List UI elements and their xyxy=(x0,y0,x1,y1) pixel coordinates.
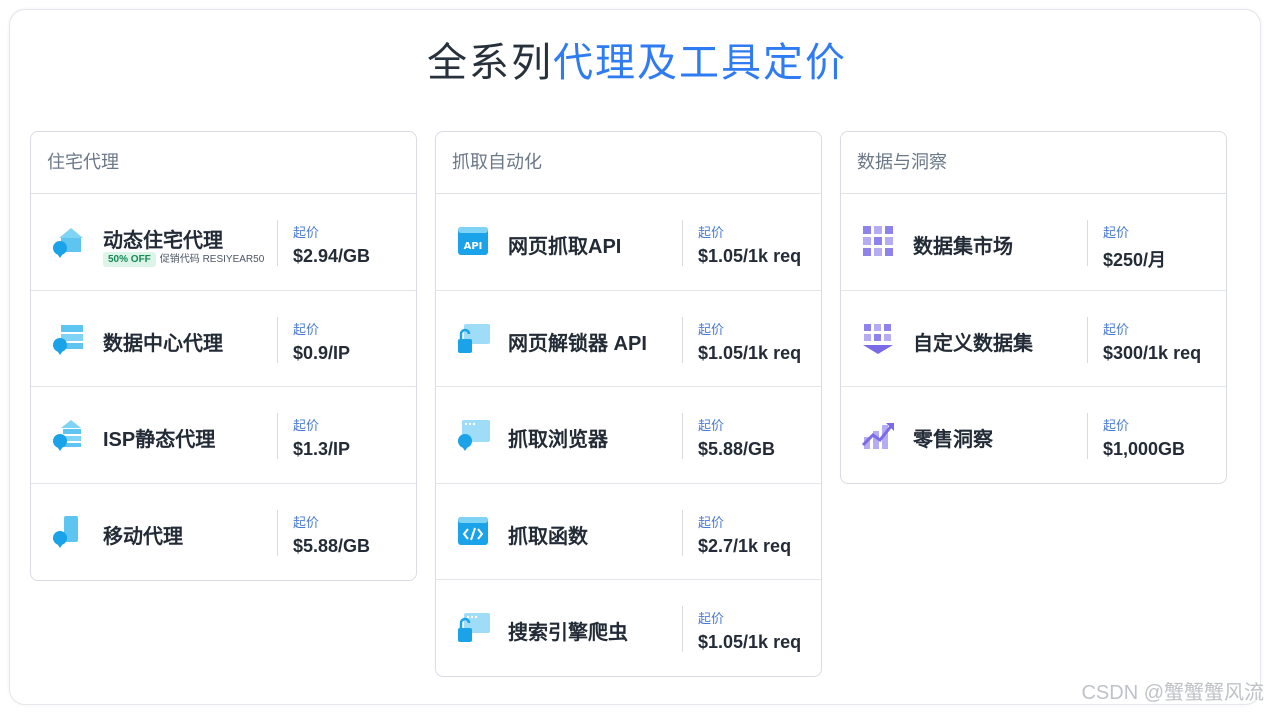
datacenter-proxy-icon xyxy=(53,324,83,355)
price-from-label: 起价 xyxy=(293,514,320,530)
pricing-panel: 全系列代理及工具定价 住宅代理 动态住宅代理 50% OFF 促销代码 RESIY… xyxy=(9,9,1261,705)
price-from-label: 起价 xyxy=(1103,418,1130,434)
discount-badge: 50% OFF xyxy=(103,252,156,267)
price-from-label: 起价 xyxy=(1103,225,1130,240)
price-value: $300/1k req xyxy=(1103,342,1202,363)
divider xyxy=(682,413,683,460)
product-name: 自定义数据集 xyxy=(913,332,1033,355)
divider xyxy=(682,316,683,363)
product-row-dataset-marketplace[interactable]: 数据集市场 起价 $250/月 xyxy=(841,194,1226,291)
product-row-serp-crawler[interactable]: 搜索引擎爬虫 起价 $1.05/1k req xyxy=(436,580,821,677)
product-name: 搜索引擎爬虫 xyxy=(508,622,628,645)
title-prefix: 全系列 xyxy=(427,41,553,85)
divider xyxy=(277,316,278,363)
product-name: 数据中心代理 xyxy=(103,332,223,355)
price-from-label: 起价 xyxy=(293,225,320,240)
price-value: $1.05/1k req xyxy=(698,632,802,653)
isp-proxy-icon xyxy=(53,420,81,452)
product-row-scraping-browser[interactable]: 抓取浏览器 起价 $5.88/GB xyxy=(436,387,821,484)
price-value: $2.94/GB xyxy=(293,246,371,266)
dataset-grid-icon xyxy=(863,226,893,256)
unlocker-icon xyxy=(458,323,490,353)
product-name: 网页解锁器 API xyxy=(508,332,647,355)
divider xyxy=(277,509,278,556)
product-name: ISP静态代理 xyxy=(103,429,216,452)
page-title: 全系列代理及工具定价 xyxy=(10,30,1264,88)
price-from-label: 起价 xyxy=(698,514,725,530)
price-value: $5.88/GB xyxy=(698,439,776,460)
title-accent: 代理及工具定价 xyxy=(553,41,847,85)
product-row-custom-dataset[interactable]: 自定义数据集 起价 $300/1k req xyxy=(841,291,1226,388)
serp-icon xyxy=(458,613,490,643)
column-heading: 数据与洞察 xyxy=(841,132,1226,194)
product-row-mobile[interactable]: 移动代理 起价 $5.88/GB xyxy=(31,484,416,581)
product-name: 零售洞察 xyxy=(913,429,993,452)
divider xyxy=(682,509,683,556)
divider xyxy=(1087,220,1088,266)
column-heading: 住宅代理 xyxy=(31,132,416,194)
price-from-label: 起价 xyxy=(698,225,725,240)
residential-proxy-icon xyxy=(53,228,83,258)
divider xyxy=(682,606,683,653)
product-row-scraping-api[interactable]: API 网页抓取API 起价 $1.05/1k req xyxy=(436,194,821,291)
column-heading: 抓取自动化 xyxy=(436,132,821,194)
promo-code-text: 促销代码 RESIYEAR50 xyxy=(159,254,265,265)
product-name: 动态住宅代理 xyxy=(103,230,223,252)
price-from-label: 起价 xyxy=(1103,321,1130,337)
price-value: $1.05/1k req xyxy=(698,342,802,363)
product-name: 网页抓取API xyxy=(508,236,622,258)
column-residential-proxies: 住宅代理 动态住宅代理 50% OFF 促销代码 RESIYEAR50 起价 $2… xyxy=(30,131,417,581)
divider xyxy=(1087,413,1088,460)
price-from-label: 起价 xyxy=(698,321,725,337)
custom-dataset-icon xyxy=(863,323,893,354)
price-value: $2.7/1k req xyxy=(698,535,792,556)
price-value: $5.88/GB xyxy=(293,535,371,556)
divider xyxy=(1087,316,1088,363)
product-name: 移动代理 xyxy=(103,525,183,548)
product-row-web-unlocker[interactable]: 网页解锁器 API 起价 $1.05/1k req xyxy=(436,291,821,388)
price-from-label: 起价 xyxy=(293,321,320,337)
price-value: $1.3/IP xyxy=(293,439,351,460)
product-row-scraping-functions[interactable]: 抓取函数 起价 $2.7/1k req xyxy=(436,484,821,581)
product-name: 数据集市场 xyxy=(913,236,1013,258)
price-value: $0.9/IP xyxy=(293,342,351,363)
product-name: 抓取浏览器 xyxy=(508,429,608,452)
price-from-label: 起价 xyxy=(293,418,320,434)
column-data-insights: 数据与洞察 数据集市场 起价 $250/月 自定义数据集 起价 $300/1k … xyxy=(840,131,1227,484)
price-from-label: 起价 xyxy=(698,418,725,434)
code-icon xyxy=(458,516,488,545)
price-value: $250/月 xyxy=(1103,250,1167,270)
price-value: $1,000GB xyxy=(1103,439,1186,460)
price-value: $1.05/1k req xyxy=(698,246,802,266)
svg-text:API: API xyxy=(464,241,483,252)
browser-icon xyxy=(458,420,490,452)
product-row-datacenter[interactable]: 数据中心代理 起价 $0.9/IP xyxy=(31,291,416,388)
retail-chart-icon xyxy=(861,423,894,450)
promo-line: 50% OFF 促销代码 RESIYEAR50 xyxy=(103,250,264,267)
product-row-dynamic-residential[interactable]: 动态住宅代理 50% OFF 促销代码 RESIYEAR50 起价 $2.94/G… xyxy=(31,194,416,291)
watermark: CSDN @蟹蟹蟹风流 xyxy=(1081,682,1264,704)
product-name: 抓取函数 xyxy=(508,525,588,548)
product-row-retail-insights[interactable]: 零售洞察 起价 $1,000GB xyxy=(841,387,1226,484)
mobile-proxy-icon xyxy=(53,515,78,548)
api-icon: API xyxy=(458,227,488,255)
divider xyxy=(277,220,278,266)
column-scraping-automation: 抓取自动化 API 网页抓取API 起价 $1.05/1k req 网页解锁器 … xyxy=(435,131,822,677)
divider xyxy=(682,220,683,266)
product-row-isp[interactable]: ISP静态代理 起价 $1.3/IP xyxy=(31,387,416,484)
divider xyxy=(277,413,278,460)
price-from-label: 起价 xyxy=(698,611,725,627)
